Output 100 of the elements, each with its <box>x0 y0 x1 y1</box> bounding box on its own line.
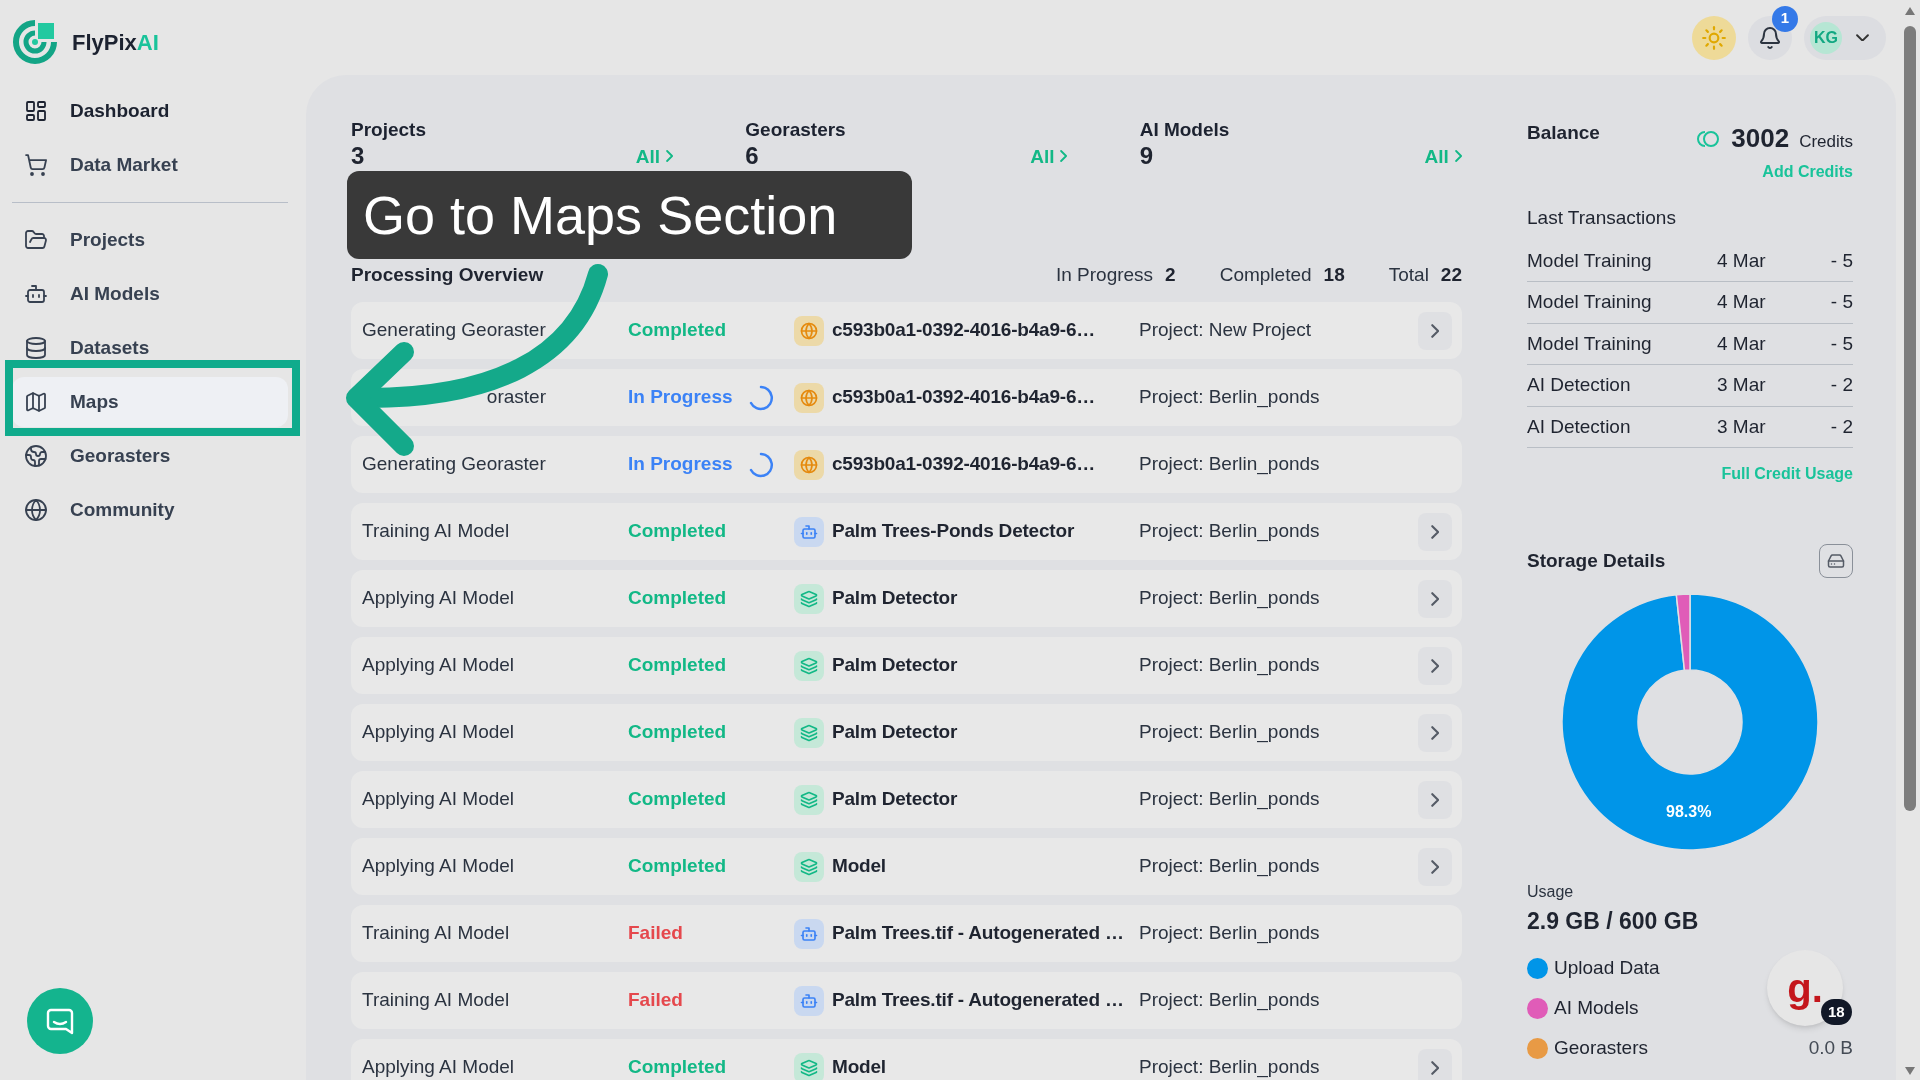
chevron-right-icon <box>666 150 674 162</box>
sidebar-item[interactable]: Dashboard <box>12 86 288 136</box>
slice-label: 98.3% <box>1666 802 1712 822</box>
open-button[interactable] <box>1418 646 1452 685</box>
task-status: In Progress <box>628 385 734 410</box>
open-button[interactable] <box>1418 512 1452 551</box>
open-button[interactable] <box>1418 780 1452 819</box>
transaction-date: 4 Mar <box>1717 290 1767 314</box>
credit-unit: Credits <box>1799 130 1853 153</box>
transaction-amount: - 2 <box>1830 414 1853 439</box>
scroll-up-arrow-icon[interactable] <box>1904 6 1916 16</box>
count-value: 22 <box>1440 262 1462 287</box>
sidebar-item[interactable]: Maps <box>12 377 288 427</box>
count-label: In Progress <box>1055 262 1154 287</box>
transaction-amount: - 5 <box>1830 290 1853 314</box>
layers-icon <box>800 790 818 809</box>
task-row[interactable]: Generating Georaster In Progress c593b0a1-0392-4016-b4a9-6… Project: Berlin_ponds <box>351 436 1462 493</box>
task-type: Generating Georaster <box>362 452 546 477</box>
sun-icon <box>1701 24 1727 51</box>
legend-label: Georasters <box>1554 1036 1648 1061</box>
chevron-right-icon <box>1454 150 1462 162</box>
scrollbar-thumb[interactable] <box>1904 26 1916 811</box>
hard-drive-icon <box>1827 552 1845 570</box>
sidebar-item[interactable]: Georasters <box>12 431 288 481</box>
task-row[interactable]: Applying AI Model Completed Palm Detector Project: Berlin_ponds <box>351 771 1462 828</box>
chevron-right-icon <box>1430 792 1440 807</box>
robot-icon <box>800 522 818 541</box>
transaction-date: 4 Mar <box>1717 248 1767 273</box>
chat-icon <box>45 1006 75 1036</box>
sidebar-item[interactable]: Datasets <box>12 323 288 373</box>
task-row[interactable]: oraster In Progress c593b0a1-0392-4016-b4a9-6… Project: Berlin_ponds <box>351 369 1462 426</box>
open-button[interactable] <box>1418 579 1452 618</box>
project-name: Project: Berlin_ponds <box>1139 452 1321 477</box>
count-value: 2 <box>1165 262 1176 287</box>
task-row[interactable]: Generating Georaster Completed c593b0a1-0392-4016-b4a9-6… Project: New Project <box>351 302 1462 359</box>
layers-icon <box>800 656 818 675</box>
task-status: Completed <box>628 854 728 879</box>
task-status: In Progress <box>628 452 734 477</box>
item-name: c593b0a1-0392-4016-b4a9-6… <box>831 452 1097 477</box>
task-row[interactable]: Training AI Model Completed Palm Trees-Ponds Detector Project: Berlin_ponds <box>351 503 1462 560</box>
open-button[interactable] <box>1418 847 1452 886</box>
item-name: Palm Detector <box>831 787 959 812</box>
coins-icon <box>1697 128 1722 149</box>
open-button[interactable] <box>1418 1048 1452 1080</box>
task-status: Completed <box>628 720 728 745</box>
chevron-right-icon <box>1430 1060 1440 1075</box>
sidebar-item[interactable]: Projects <box>12 215 288 265</box>
project-name: Project: Berlin_ponds <box>1139 921 1321 946</box>
project-name: Project: Berlin_ponds <box>1139 854 1321 879</box>
item-name: Model <box>831 1055 887 1080</box>
task-row[interactable]: Applying AI Model Completed Palm Detector Project: Berlin_ponds <box>351 637 1462 694</box>
task-row[interactable]: Training AI Model Failed Palm Trees.tif - Autogenerated … Project: Berlin_ponds <box>351 905 1462 962</box>
item-name: c593b0a1-0392-4016-b4a9-6… <box>831 318 1097 343</box>
stat-value: 3 <box>351 144 365 168</box>
project-name: Project: Berlin_ponds <box>1139 385 1321 410</box>
task-type: Applying AI Model <box>362 586 515 611</box>
task-status: Completed <box>628 519 728 544</box>
task-status: Completed <box>628 653 728 678</box>
loading-spinner-icon <box>748 451 774 478</box>
sidebar-item[interactable]: Community <box>12 485 288 535</box>
robot-icon <box>800 924 818 943</box>
item-name: Model <box>831 854 887 879</box>
project-name: Project: New Project <box>1139 318 1313 343</box>
map-icon <box>24 390 48 414</box>
transaction-name: Model Training <box>1527 248 1653 273</box>
task-row[interactable]: Applying AI Model Completed Model Project: Berlin_ponds <box>351 838 1462 895</box>
balance-title: Balance <box>1527 121 1600 145</box>
count-label: Completed <box>1219 262 1312 287</box>
transaction-date: 3 Mar <box>1717 373 1767 397</box>
task-row[interactable]: Applying AI Model Completed Model Project: Berlin_ponds <box>351 1039 1462 1080</box>
chevron-right-icon <box>1060 150 1068 162</box>
scroll-down-arrow-icon[interactable] <box>1904 1066 1916 1076</box>
loading-spinner-icon <box>748 384 774 411</box>
user-avatar: KG <box>1810 21 1842 54</box>
theme-toggle-button[interactable] <box>1692 15 1736 60</box>
task-status: Completed <box>628 318 728 343</box>
chevron-right-icon <box>1430 524 1440 539</box>
count-value: 18 <box>1323 262 1345 287</box>
brand-name: FlyPixAI <box>72 28 159 57</box>
layers-icon <box>800 589 818 608</box>
chevron-right-icon <box>1430 859 1440 874</box>
robot-icon <box>24 282 48 306</box>
task-row[interactable]: Applying AI Model Completed Palm Detector Project: Berlin_ponds <box>351 704 1462 761</box>
open-button[interactable] <box>1418 311 1452 350</box>
task-row[interactable]: Applying AI Model Completed Palm Detector Project: Berlin_ponds <box>351 570 1462 627</box>
open-button[interactable] <box>1418 713 1452 752</box>
legend-label: Upload Data <box>1554 956 1660 981</box>
globe-icon <box>800 388 818 407</box>
transaction-name: AI Detection <box>1527 414 1632 439</box>
stat-value: 9 <box>1139 144 1153 168</box>
item-name: Palm Detector <box>831 653 959 678</box>
storage-button[interactable] <box>1819 544 1853 578</box>
item-name: Palm Trees.tif - Autogenerated … <box>831 921 1125 946</box>
folder-icon <box>24 228 48 252</box>
task-type: Training AI Model <box>362 988 510 1013</box>
sidebar-item[interactable]: AI Models <box>12 269 288 319</box>
task-row[interactable]: Training AI Model Failed Palm Trees.tif - Autogenerated … Project: Berlin_ponds <box>351 972 1462 1029</box>
sidebar-item[interactable]: Data Market <box>12 140 288 190</box>
transaction-amount: - 2 <box>1830 373 1853 397</box>
layers-icon <box>800 857 818 876</box>
